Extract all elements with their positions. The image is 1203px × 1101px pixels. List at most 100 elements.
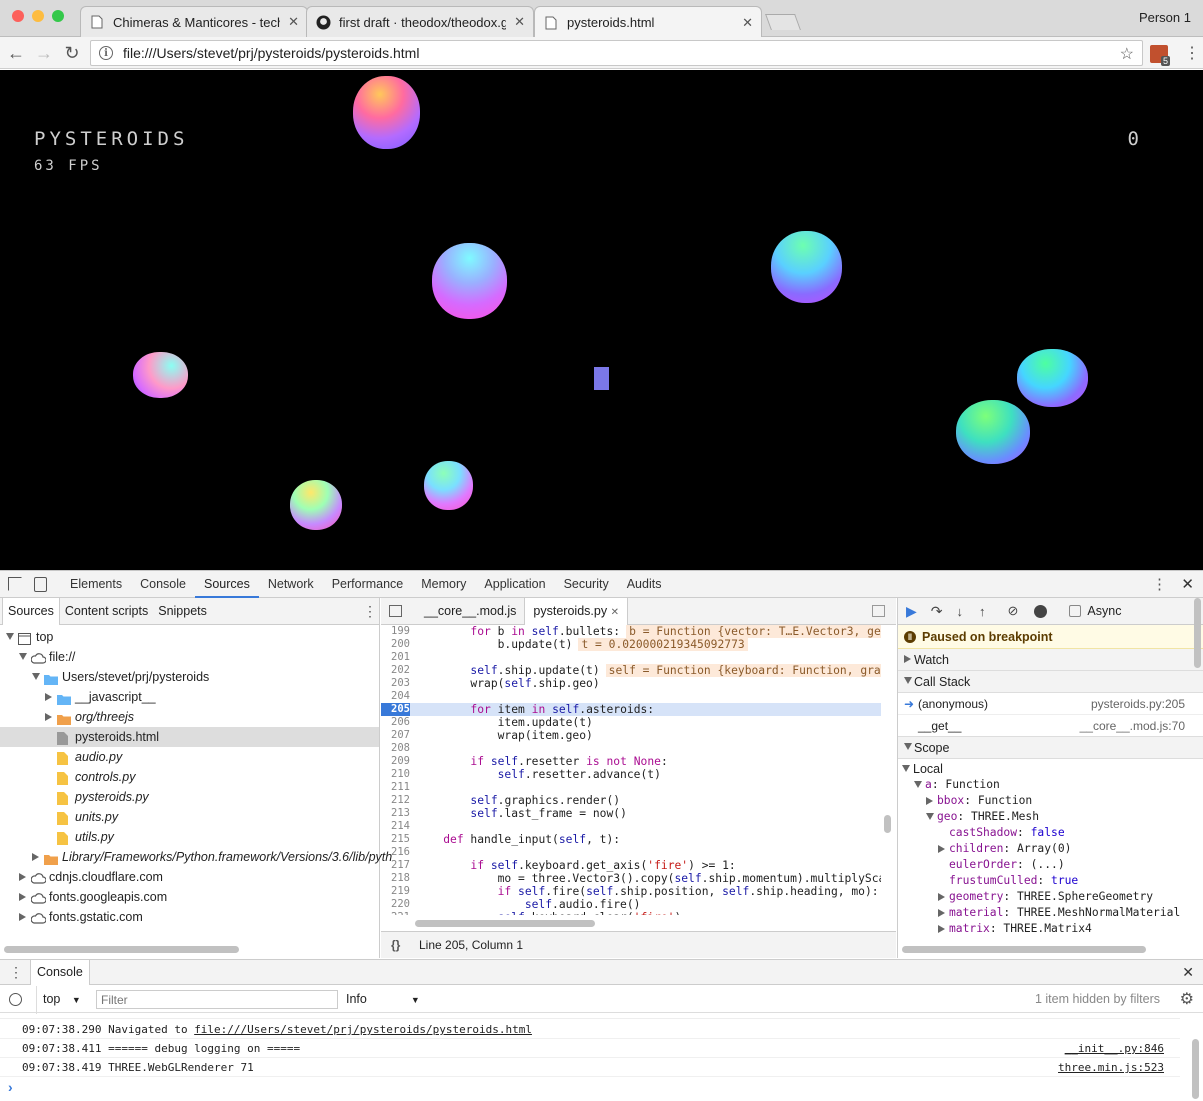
expand-arrow-icon[interactable] bbox=[19, 893, 26, 901]
expand-arrow-icon[interactable] bbox=[938, 925, 945, 933]
code-line[interactable]: 216 bbox=[381, 846, 881, 859]
bookmark-star-icon[interactable]: ☆ bbox=[1120, 44, 1134, 64]
console-filter-input[interactable] bbox=[96, 990, 338, 1009]
horizontal-scrollbar[interactable] bbox=[4, 946, 239, 953]
expand-arrow-icon[interactable] bbox=[45, 713, 52, 721]
editor-tab-core-mod-js[interactable]: __core__.mod.js bbox=[416, 598, 524, 625]
forward-icon[interactable]: → bbox=[34, 43, 54, 63]
vertical-scrollbar[interactable] bbox=[1194, 598, 1201, 668]
code-line[interactable]: 218 mo = three.Vector3().copy(self.ship.… bbox=[381, 872, 881, 885]
tree-item[interactable]: Users/stevet/prj/pysteroids bbox=[0, 667, 379, 687]
code-line[interactable]: 209 if self.resetter is not None: bbox=[381, 755, 881, 768]
console-prompt[interactable]: › bbox=[8, 1079, 13, 1095]
game-canvas[interactable]: PYSTEROIDS 63 FPS 0 bbox=[0, 70, 1203, 570]
close-devtools-icon[interactable]: ✕ bbox=[1181, 575, 1194, 593]
code-line[interactable]: 210 self.resetter.advance(t) bbox=[381, 768, 881, 781]
tree-item[interactable]: audio.py bbox=[0, 747, 379, 767]
browser-tab-2[interactable]: first draft · theodox/theodox.gi ✕ bbox=[306, 6, 534, 37]
line-number[interactable]: 199 bbox=[381, 625, 410, 638]
clear-console-icon[interactable] bbox=[9, 993, 22, 1006]
line-number[interactable]: 218 bbox=[381, 872, 410, 885]
deactivate-breakpoints-icon[interactable]: ⊘ bbox=[1008, 603, 1019, 619]
collapse-arrow-icon[interactable] bbox=[32, 673, 40, 680]
tree-item[interactable]: top bbox=[0, 627, 379, 647]
nav-tab-snippets[interactable]: Snippets bbox=[153, 598, 212, 625]
callstack-section-header[interactable]: Call Stack bbox=[898, 671, 1203, 693]
line-number[interactable]: 214 bbox=[381, 820, 410, 833]
code-line[interactable]: 199 for b in self.bullets: b = Function {… bbox=[381, 625, 881, 638]
scope-property[interactable]: castShadow: false bbox=[898, 825, 1203, 841]
close-editor-tab-icon[interactable]: ✕ bbox=[611, 607, 619, 618]
tree-item[interactable]: pysteroids.html bbox=[0, 727, 379, 747]
expand-arrow-icon[interactable] bbox=[926, 797, 933, 805]
nav-tab-content-scripts[interactable]: Content scripts bbox=[60, 598, 153, 625]
code-line[interactable]: 206 item.update(t) bbox=[381, 716, 881, 729]
code-line[interactable]: 215 def handle_input(self, t): bbox=[381, 833, 881, 846]
line-number[interactable]: 203 bbox=[381, 677, 410, 690]
breakpoint-marker[interactable]: 205 bbox=[381, 703, 410, 716]
line-number[interactable]: 221 bbox=[381, 911, 410, 915]
call-frame-current[interactable]: ➜ (anonymous) pysteroids.py:205 bbox=[898, 693, 1203, 715]
console-settings-gear-icon[interactable]: ⚙ bbox=[1180, 989, 1194, 1009]
collapse-arrow-icon[interactable] bbox=[19, 653, 27, 660]
address-bar[interactable]: i file:///Users/stevet/prj/pysteroids/py… bbox=[90, 40, 1143, 66]
line-number[interactable]: 207 bbox=[381, 729, 410, 742]
devtools-menu-icon[interactable]: ⋮ bbox=[1152, 575, 1167, 593]
line-number[interactable]: 216 bbox=[381, 846, 410, 859]
frame-location[interactable]: __core__.mod.js:70 bbox=[1080, 715, 1185, 737]
tree-item[interactable]: cdnjs.cloudflare.com bbox=[0, 867, 379, 887]
tree-item[interactable]: fonts.gstatic.com bbox=[0, 907, 379, 927]
tab-elements[interactable]: Elements bbox=[61, 571, 131, 598]
tab-security[interactable]: Security bbox=[555, 571, 618, 598]
device-toolbar-icon[interactable] bbox=[34, 576, 47, 592]
line-number[interactable]: 210 bbox=[381, 768, 410, 781]
code-line[interactable]: 203 wrap(self.ship.geo) bbox=[381, 677, 881, 690]
line-number[interactable]: 220 bbox=[381, 898, 410, 911]
call-frame[interactable]: __get__ __core__.mod.js:70 bbox=[898, 715, 1203, 737]
close-window-button[interactable] bbox=[12, 10, 24, 22]
tab-audits[interactable]: Audits bbox=[618, 571, 671, 598]
tree-item[interactable]: pysteroids.py bbox=[0, 787, 379, 807]
collapse-arrow-icon[interactable] bbox=[6, 633, 14, 640]
expand-arrow-icon[interactable] bbox=[19, 913, 26, 921]
close-drawer-icon[interactable]: ✕ bbox=[1182, 964, 1194, 981]
current-code-line[interactable]: 205 for item in self.asteroids: bbox=[381, 703, 881, 716]
frame-location[interactable]: pysteroids.py:205 bbox=[1091, 693, 1185, 715]
toggle-debugger-icon[interactable] bbox=[872, 605, 885, 617]
scope-property[interactable]: a: Function bbox=[898, 777, 1203, 793]
tree-item[interactable]: utils.py bbox=[0, 827, 379, 847]
scope-property[interactable]: eulerOrder: (...) bbox=[898, 857, 1203, 873]
line-number[interactable]: 217 bbox=[381, 859, 410, 872]
tree-item[interactable]: org/threejs bbox=[0, 707, 379, 727]
line-number[interactable]: 212 bbox=[381, 794, 410, 807]
horizontal-scrollbar[interactable] bbox=[902, 946, 1146, 953]
browser-tab-3-active[interactable]: pysteroids.html ✕ bbox=[534, 6, 762, 38]
profile-name[interactable]: Person 1 bbox=[1139, 10, 1191, 25]
tree-item[interactable]: fonts.googleapis.com bbox=[0, 887, 379, 907]
tab-application[interactable]: Application bbox=[475, 571, 554, 598]
info-icon[interactable]: i bbox=[99, 46, 113, 60]
resume-icon[interactable]: ▶︎ bbox=[906, 603, 917, 620]
line-number[interactable]: 215 bbox=[381, 833, 410, 846]
pause-on-exceptions-icon[interactable] bbox=[1034, 604, 1048, 618]
pretty-print-icon[interactable]: {} bbox=[391, 932, 400, 958]
tree-item[interactable]: controls.py bbox=[0, 767, 379, 787]
close-tab-icon[interactable]: ✕ bbox=[742, 15, 753, 31]
context-select[interactable]: top ▼ bbox=[36, 986, 81, 1014]
close-tab-icon[interactable]: ✕ bbox=[514, 14, 525, 30]
tab-performance[interactable]: Performance bbox=[323, 571, 413, 598]
line-number[interactable]: 200 bbox=[381, 638, 410, 651]
browser-tab-1[interactable]: Chimeras & Manticores - tech ✕ bbox=[80, 6, 308, 37]
line-number[interactable]: 211 bbox=[381, 781, 410, 794]
line-number[interactable]: 208 bbox=[381, 742, 410, 755]
code-line[interactable]: 213 self.last_frame = now() bbox=[381, 807, 881, 820]
message-source-link[interactable]: three.min.js:523 bbox=[1058, 1058, 1164, 1077]
scope-property[interactable]: material: THREE.MeshNormalMaterial bbox=[898, 905, 1203, 921]
tab-sources[interactable]: Sources bbox=[194, 571, 259, 598]
collapse-arrow-icon[interactable] bbox=[914, 781, 922, 788]
code-line[interactable]: 202 self.ship.update(t) self = Function {… bbox=[381, 664, 881, 677]
code-line[interactable]: 217 if self.keyboard.get_axis('fire') >=… bbox=[381, 859, 881, 872]
scope-property[interactable]: matrix: THREE.Matrix4 bbox=[898, 921, 1203, 937]
step-out-icon[interactable]: ↑ bbox=[979, 604, 986, 619]
step-over-icon[interactable]: ↷ bbox=[931, 603, 943, 620]
